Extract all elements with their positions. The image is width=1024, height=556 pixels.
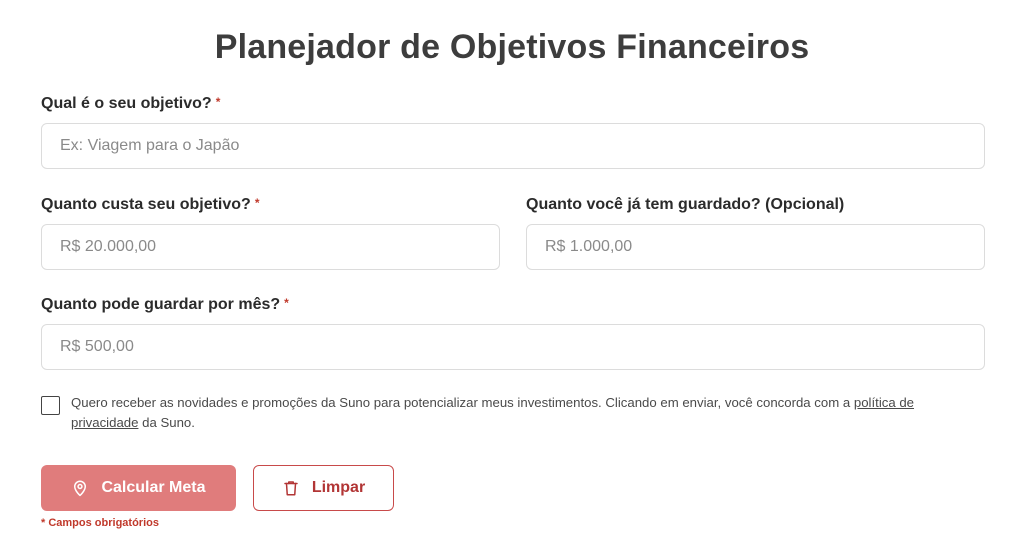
required-mark: * (254, 196, 260, 210)
page-title: Planejador de Objetivos Financeiros (214, 28, 810, 66)
saved-label-text: Quanto você já tem guardado? (Opcional) (526, 196, 845, 213)
monthly-label-text: Quanto pode guardar por mês? (41, 296, 281, 313)
trash-icon (282, 479, 300, 497)
goal-label: Qual é o seu objetivo? * (41, 95, 220, 113)
goal-input[interactable] (41, 123, 985, 169)
saved-label: Quanto você já tem guardado? (Opcional) (526, 196, 844, 214)
cost-input[interactable] (41, 224, 500, 270)
saved-input[interactable] (526, 224, 985, 270)
cost-label: Quanto custa seu objetivo? * (41, 196, 259, 214)
consent-text: Quero receber as novidades e promoções d… (71, 393, 971, 433)
required-mark: * (215, 95, 221, 109)
clear-button-label: Limpar (311, 479, 366, 496)
consent-text-after: da Suno. (138, 415, 195, 430)
required-fields-note: * Campos obrigatórios (41, 517, 159, 529)
goal-label-text: Qual é o seu objetivo? (41, 95, 212, 112)
required-mark: * (284, 296, 289, 310)
clear-button[interactable]: Limpar (253, 465, 394, 511)
calculate-button[interactable]: Calcular Meta (41, 465, 236, 511)
consent-checkbox[interactable] (41, 396, 60, 415)
map-pin-icon (71, 479, 89, 497)
planner-card: Planejador de Objetivos Financeiros Qual… (0, 0, 1024, 556)
cost-label-text: Quanto custa seu objetivo? (41, 196, 251, 213)
consent-text-before: Quero receber as novidades e promoções d… (71, 395, 854, 410)
calculate-button-label: Calcular Meta (101, 479, 206, 496)
monthly-input[interactable] (41, 324, 985, 370)
monthly-label: Quanto pode guardar por mês? * (41, 296, 289, 314)
